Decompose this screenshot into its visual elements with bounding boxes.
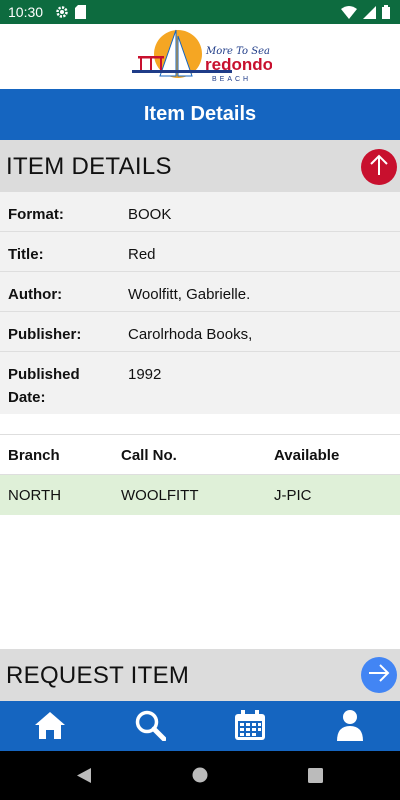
title-bar: Item Details <box>0 89 400 140</box>
detail-label: Publisher: <box>8 326 82 343</box>
sd-card-icon <box>75 5 86 24</box>
detail-value: Carolrhoda Books, <box>128 326 253 343</box>
back-icon[interactable] <box>76 767 92 789</box>
status-bar: 10:30 <box>0 0 400 24</box>
detail-value: Woolfitt, Gabrielle. <box>128 286 251 303</box>
detail-value: 1992 <box>128 366 162 383</box>
logo-area: More To Sea redondo BEACH <box>0 24 400 89</box>
item-details-table: Format: BOOK Title: Red Author: Woolfitt… <box>0 192 400 414</box>
cell-branch: NORTH <box>8 487 62 504</box>
detail-label: Title: <box>8 246 44 263</box>
recents-icon[interactable] <box>308 768 323 788</box>
user-icon <box>336 709 364 746</box>
status-time: 10:30 <box>8 4 44 20</box>
home-icon <box>34 710 66 745</box>
system-nav-bar <box>0 751 400 800</box>
bottom-nav <box>0 701 400 751</box>
request-item-button[interactable] <box>361 657 397 693</box>
arrow-up-icon <box>368 153 390 182</box>
detail-row-published-date: Published Date: 1992 <box>0 352 400 414</box>
detail-row-publisher: Publisher: Carolrhoda Books, <box>0 312 400 352</box>
detail-value: Red <box>128 246 156 263</box>
detail-row-format: Format: BOOK <box>0 192 400 232</box>
detail-value: BOOK <box>128 206 172 223</box>
column-header-call-no: Call No. <box>121 447 177 464</box>
home-circle-icon[interactable] <box>192 767 208 788</box>
nav-calendar-button[interactable] <box>233 709 267 746</box>
detail-label: Published Date: <box>8 366 80 406</box>
column-header-available: Available <box>274 447 340 464</box>
nav-account-button[interactable] <box>333 709 367 746</box>
detail-label: Author: <box>8 286 63 303</box>
search-icon <box>134 709 167 746</box>
item-details-header: ITEM DETAILS <box>0 140 400 192</box>
wifi-icon <box>341 5 357 24</box>
page-title: Item Details <box>143 103 257 125</box>
item-details-heading: ITEM DETAILS <box>6 153 172 180</box>
detail-label: Format: <box>8 206 64 223</box>
cell-call-no: WOOLFITT <box>121 487 199 504</box>
column-header-branch: Branch <box>8 447 60 464</box>
nav-home-button[interactable] <box>33 710 67 744</box>
redondo-beach-logo: More To Sea redondo BEACH <box>132 26 273 86</box>
request-item-heading: REQUEST ITEM <box>6 662 190 689</box>
detail-row-author: Author: Woolfitt, Gabrielle. <box>0 272 400 312</box>
nav-search-button[interactable] <box>133 710 167 744</box>
cell-available: J-PIC <box>274 487 312 504</box>
battery-icon <box>382 5 390 24</box>
signal-icon <box>363 5 376 24</box>
settings-gear-icon <box>55 5 69 24</box>
detail-row-title: Title: Red <box>0 232 400 272</box>
arrow-right-icon <box>367 663 391 688</box>
request-item-header[interactable]: REQUEST ITEM <box>0 649 400 701</box>
holdings-header-row: Branch Call No. Available <box>0 434 400 475</box>
logo-name: redondo <box>205 55 272 74</box>
table-row: NORTH WOOLFITT J-PIC <box>0 475 400 515</box>
scroll-up-button[interactable] <box>361 149 397 185</box>
calendar-icon <box>234 709 266 746</box>
logo-sub: BEACH <box>212 76 251 83</box>
